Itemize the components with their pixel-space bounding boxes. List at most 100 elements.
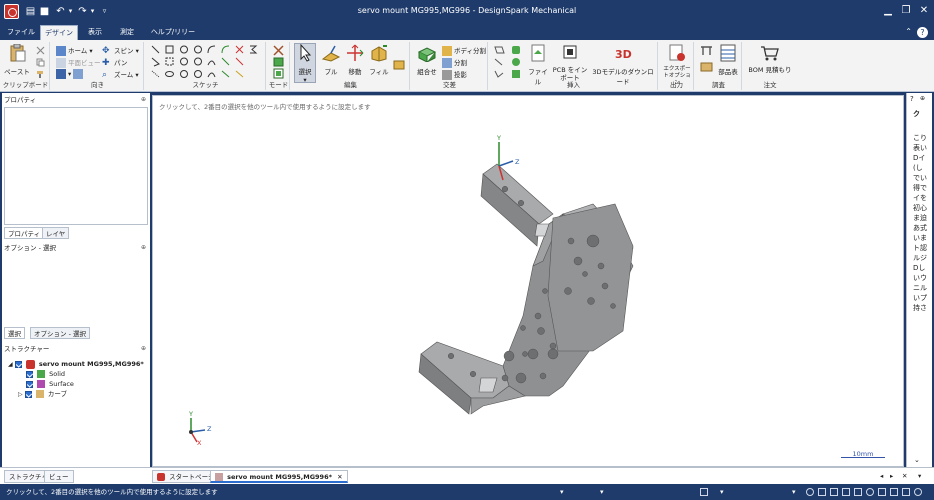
active-document-label: servo mount MG995,MG996* bbox=[227, 473, 333, 481]
paste-button[interactable]: ペースト bbox=[4, 43, 30, 76]
pan-button[interactable]: ✚ パン bbox=[102, 57, 127, 68]
select-button[interactable]: 選択 ▾ bbox=[294, 43, 316, 84]
status-section-icon[interactable] bbox=[890, 488, 898, 496]
spin-button[interactable]: ✥ スピン ▾ bbox=[102, 45, 139, 56]
fill-button[interactable]: フィル bbox=[368, 44, 390, 76]
visibility-checkbox[interactable] bbox=[26, 370, 33, 378]
status-arrow-icon[interactable]: ▾ bbox=[792, 488, 800, 496]
home-view-button[interactable]: ホーム ▾ bbox=[56, 45, 93, 56]
tree-item-solid[interactable]: Solid bbox=[26, 369, 65, 379]
cut-icon[interactable] bbox=[36, 46, 45, 55]
status-arrow-icon[interactable]: ▾ bbox=[560, 488, 568, 496]
parts-table-button[interactable]: 部品表 bbox=[716, 44, 740, 76]
tab-options-selection[interactable]: オプション - 選択 bbox=[30, 327, 90, 339]
tab-help-release[interactable]: ヘルプ/リリース bbox=[148, 25, 198, 51]
minimize-icon[interactable]: ▁ bbox=[880, 4, 896, 18]
collapse-icon[interactable]: ◢ bbox=[8, 361, 13, 368]
tab-design[interactable]: デザイン bbox=[40, 25, 78, 40]
group-orient: ホーム ▾ 平面ビュー ▾ ✥ スピン ▾ ✚ パン ⌕ ズーム ▾ 向き bbox=[52, 42, 144, 90]
close-tab-icon[interactable]: ✕ bbox=[337, 473, 342, 481]
pull-label: プル bbox=[324, 68, 338, 76]
tab-layers[interactable]: レイヤ bbox=[42, 227, 70, 239]
tree-item-surface[interactable]: Surface bbox=[26, 379, 74, 389]
status-info-icon[interactable] bbox=[914, 488, 922, 496]
move-button[interactable]: 移動 bbox=[344, 44, 366, 76]
pin-icon[interactable]: ⊕ bbox=[920, 95, 925, 102]
combine-button[interactable]: 組合せ bbox=[414, 44, 440, 76]
paste-label: ペースト bbox=[4, 68, 30, 76]
visibility-checkbox[interactable] bbox=[14, 360, 22, 368]
status-grid-icon[interactable] bbox=[700, 488, 708, 496]
view-axis-z-label: Z bbox=[207, 425, 212, 433]
cart-icon bbox=[761, 46, 779, 61]
pin-icon[interactable]: ⊕ bbox=[141, 343, 146, 355]
right-pane-collapse-icon[interactable]: ? bbox=[910, 95, 914, 103]
pin-icon[interactable]: ⊕ bbox=[141, 242, 146, 254]
insert-primitive-icons[interactable] bbox=[494, 45, 524, 79]
tab-view[interactable]: 表示 bbox=[82, 25, 108, 40]
tree-item-label: カーブ bbox=[47, 390, 67, 398]
status-filter-icon[interactable] bbox=[830, 488, 838, 496]
restore-icon[interactable]: ❐ bbox=[898, 4, 914, 18]
plan-view-icon bbox=[56, 58, 66, 68]
tab-list-icon[interactable]: ▾ bbox=[918, 470, 921, 483]
split-button[interactable]: 分割 bbox=[442, 57, 467, 68]
3d-viewport[interactable]: クリックして、2番目の選択を他のツール内で使用するように設定します Y Z Y … bbox=[152, 95, 904, 467]
pcb-import-button[interactable]: PCB をインポート bbox=[552, 44, 588, 82]
bom-quote-button[interactable]: BOM 見積もり bbox=[746, 44, 794, 74]
status-light-icon[interactable] bbox=[866, 488, 874, 496]
visibility-checkbox[interactable] bbox=[24, 390, 32, 398]
bottom-tab-bar: ストラクチャー ビュー スタートページ servo mount MG995,MG… bbox=[0, 467, 934, 484]
orient-group-label: 向き bbox=[91, 81, 104, 89]
status-snap-icon[interactable] bbox=[806, 488, 814, 496]
visibility-checkbox[interactable] bbox=[26, 380, 33, 388]
status-arrow-icon[interactable]: ▾ bbox=[720, 488, 728, 496]
tab-active-document[interactable]: servo mount MG995,MG996* ✕ bbox=[210, 470, 348, 483]
copy-icon[interactable] bbox=[36, 58, 45, 67]
tab-file[interactable]: ファイル bbox=[6, 25, 36, 40]
pull-button[interactable]: プル bbox=[320, 44, 342, 76]
status-arrow-icon[interactable]: ▾ bbox=[600, 488, 608, 496]
split-body-icon bbox=[442, 46, 452, 56]
order-group-label: 注文 bbox=[763, 81, 777, 89]
scroll-down-icon[interactable]: ⌄ bbox=[914, 456, 920, 464]
split-body-button[interactable]: ボディ分割 bbox=[442, 45, 486, 56]
tree-item-curves[interactable]: ▷ カーブ bbox=[18, 389, 67, 399]
tree-root[interactable]: ◢ servo mount MG995,MG996* bbox=[8, 359, 144, 369]
mode-icons[interactable] bbox=[273, 45, 285, 79]
spin-label: スピン bbox=[114, 47, 134, 55]
format-painter-icon[interactable] bbox=[36, 70, 45, 79]
tab-scroll-right-icon[interactable]: ▸ bbox=[890, 470, 893, 483]
sketch-tools-icon[interactable] bbox=[150, 44, 260, 80]
status-select-icon[interactable] bbox=[818, 488, 826, 496]
tab-view-panel[interactable]: ビュー bbox=[44, 470, 74, 483]
tab-measure[interactable]: 測定 bbox=[114, 25, 140, 40]
group-sketch: スケッチ bbox=[146, 42, 266, 90]
pin-icon[interactable]: ⊕ bbox=[141, 94, 146, 106]
status-clip-icon[interactable] bbox=[878, 488, 886, 496]
view-axis-y-label: Y bbox=[189, 410, 193, 418]
clipboard-group-label: クリップボード bbox=[2, 81, 49, 89]
plan-view-button[interactable]: 平面ビュー bbox=[56, 57, 101, 68]
blend-icon[interactable] bbox=[393, 58, 405, 70]
group-insert: ファイル PCB をインポート 3D 3Dモデルのダウンロード 挿入 bbox=[490, 42, 658, 90]
status-render-icon[interactable] bbox=[902, 488, 910, 496]
status-box-icon[interactable] bbox=[854, 488, 862, 496]
tab-scroll-left-icon[interactable]: ◂ bbox=[880, 470, 883, 483]
tab-selection[interactable]: 選択 bbox=[4, 327, 25, 339]
status-view-icon[interactable] bbox=[842, 488, 850, 496]
expand-icon[interactable]: ▷ bbox=[18, 391, 23, 398]
tab-close-all-icon[interactable]: ✕ bbox=[902, 470, 907, 483]
view-cube-button[interactable]: ▾ bbox=[56, 69, 85, 79]
close-icon[interactable]: ✕ bbox=[916, 4, 932, 18]
group-clipboard: ペースト クリップボード bbox=[2, 42, 50, 90]
ribbon: ペースト クリップボード ホーム ▾ 平面ビュー ▾ ✥ スピン ▾ ✚ パン ⌕ ズ… bbox=[0, 40, 934, 92]
measure-icons[interactable] bbox=[700, 45, 714, 79]
document-icon bbox=[215, 473, 223, 481]
collapse-ribbon-icon[interactable]: ⌃ bbox=[905, 27, 912, 36]
help-icon[interactable]: ? bbox=[917, 27, 928, 38]
tab-properties[interactable]: プロパティ bbox=[4, 227, 45, 239]
app-window: ▤ ■ ↶ ▾ ↷ ▾ ▿ servo mount MG995,MG996 - … bbox=[0, 0, 934, 500]
split-icon bbox=[442, 58, 452, 68]
servo-mount-model[interactable] bbox=[153, 96, 905, 468]
